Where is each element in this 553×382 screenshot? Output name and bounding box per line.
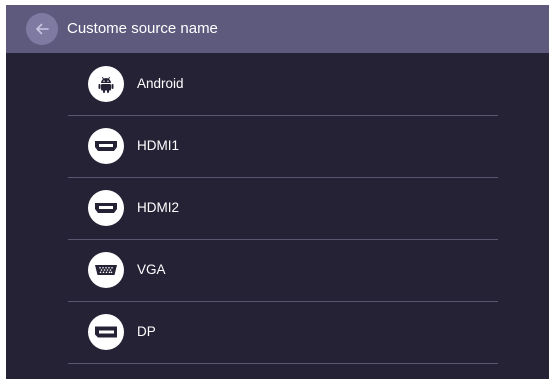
displayport-icon <box>88 314 124 350</box>
source-label-android: Android <box>137 76 184 91</box>
source-item-hdmi2[interactable]: HDMI2 <box>68 177 498 240</box>
vga-icon <box>88 252 124 288</box>
settings-panel: Custome source name Android HDMI1 HDMI2 … <box>6 5 549 379</box>
hdmi-icon <box>88 128 124 164</box>
source-label-vga: VGA <box>137 262 166 277</box>
source-label-hdmi2: HDMI2 <box>137 200 180 215</box>
source-label-dp: DP <box>137 324 156 339</box>
back-button[interactable] <box>26 13 58 45</box>
source-label-hdmi1: HDMI1 <box>137 138 180 153</box>
source-item-dp[interactable]: DP <box>68 301 498 364</box>
source-item-hdmi1[interactable]: HDMI1 <box>68 115 498 178</box>
source-item-vga[interactable]: VGA <box>68 239 498 302</box>
header-bar: Custome source name <box>6 5 549 53</box>
arrow-left-icon <box>36 23 49 35</box>
android-icon <box>88 66 124 102</box>
page-title: Custome source name <box>67 20 218 37</box>
hdmi-icon <box>88 190 124 226</box>
source-item-android[interactable]: Android <box>68 53 498 116</box>
